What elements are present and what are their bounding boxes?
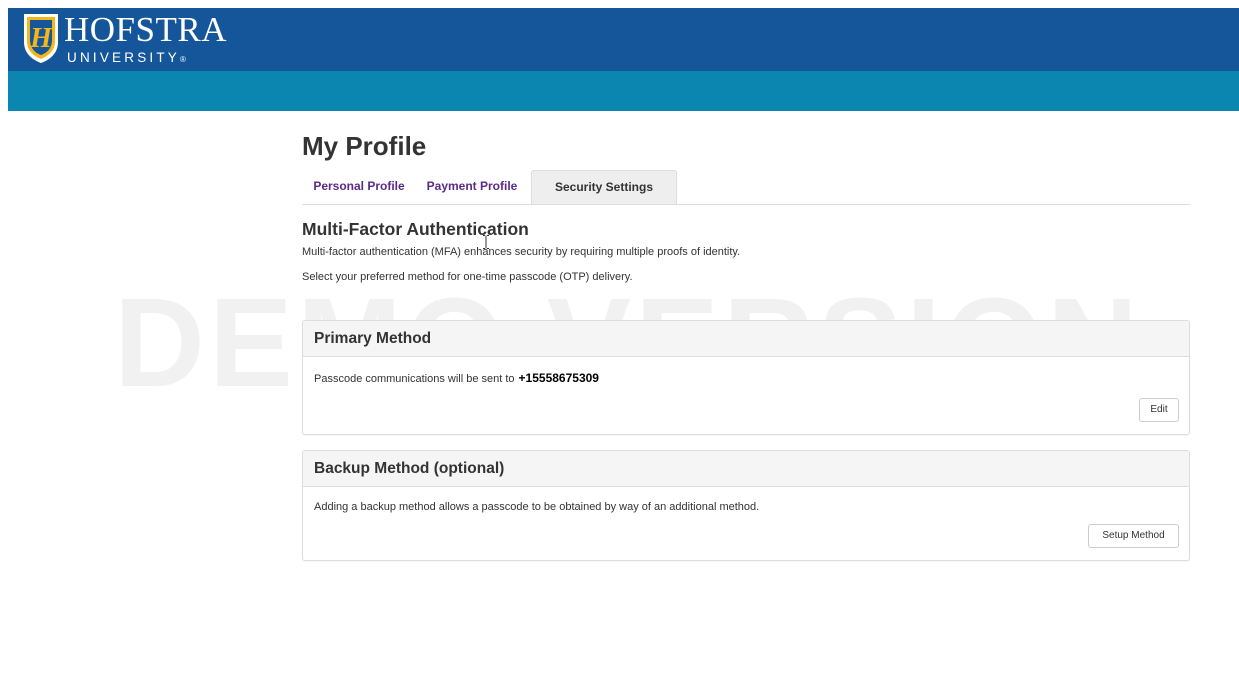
header-band bbox=[8, 71, 1239, 111]
profile-tabs: Personal Profile Payment Profile Securit… bbox=[302, 170, 1190, 205]
primary-method-label: Passcode communications will be sent to bbox=[314, 373, 515, 385]
page-frame: H HOFSTRA UNIVERSITY® DEMO VERSION My Pr… bbox=[8, 8, 1239, 690]
shield-letter: H bbox=[29, 23, 53, 54]
text-cursor-icon bbox=[483, 235, 489, 249]
backup-method-text: Adding a backup method allows a passcode… bbox=[314, 501, 760, 513]
hofstra-logo[interactable]: H HOFSTRA UNIVERSITY® bbox=[22, 12, 262, 68]
tab-security-settings[interactable]: Security Settings bbox=[531, 170, 677, 204]
setup-method-button[interactable]: Setup Method bbox=[1088, 524, 1179, 548]
page-title: My Profile bbox=[302, 131, 427, 161]
mfa-title: Multi-Factor Authentication bbox=[302, 219, 529, 239]
site-header: H HOFSTRA UNIVERSITY® bbox=[8, 8, 1239, 71]
mfa-description: Multi-factor authentication (MFA) enhanc… bbox=[302, 246, 741, 258]
primary-method-text: Passcode communications will be sent to +… bbox=[314, 370, 599, 387]
tab-payment-profile[interactable]: Payment Profile bbox=[420, 170, 524, 203]
backup-method-panel: Backup Method (optional) Adding a backup… bbox=[302, 450, 1190, 561]
hofstra-shield-icon: H bbox=[24, 14, 58, 63]
tab-personal-profile[interactable]: Personal Profile bbox=[302, 170, 416, 203]
primary-method-panel: Primary Method Passcode communications w… bbox=[302, 320, 1190, 435]
edit-button[interactable]: Edit bbox=[1139, 398, 1179, 422]
primary-method-heading: Primary Method bbox=[303, 321, 1189, 357]
brand-subtitle: UNIVERSITY® bbox=[67, 50, 186, 65]
mfa-instruction: Select your preferred method for one-tim… bbox=[302, 271, 633, 283]
primary-phone-number: +15558675309 bbox=[518, 371, 599, 385]
brand-name: HOFSTRA bbox=[64, 10, 227, 49]
backup-method-heading: Backup Method (optional) bbox=[303, 451, 1189, 487]
